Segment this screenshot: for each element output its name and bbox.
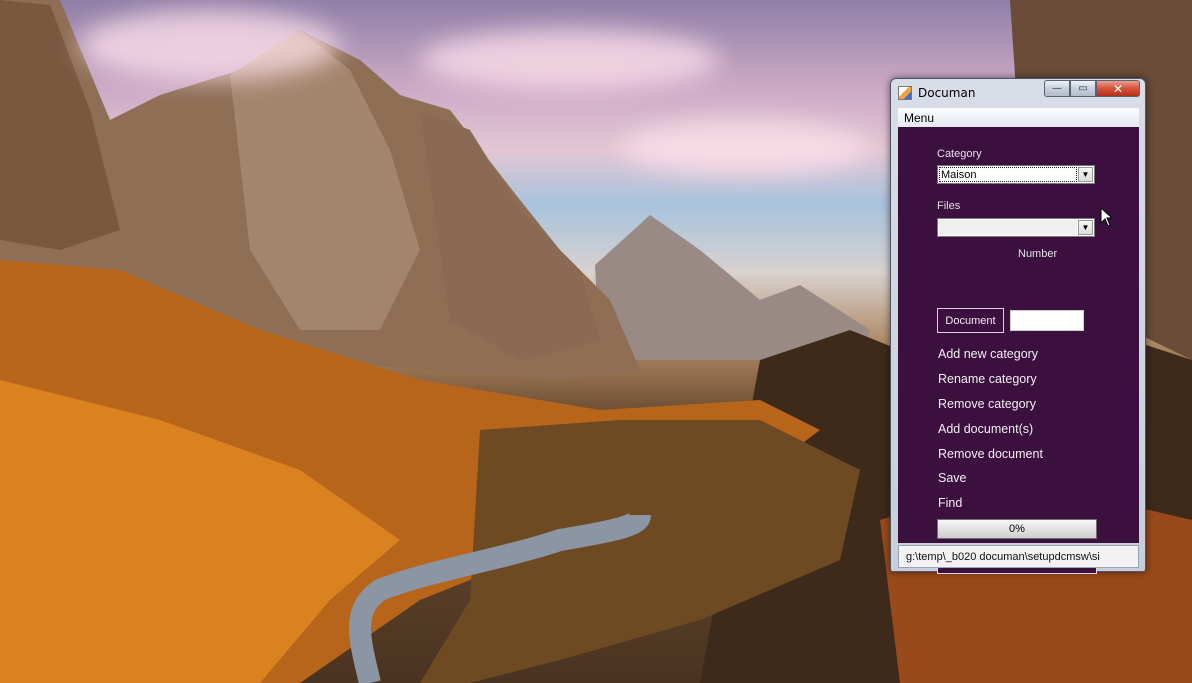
window-title: Documan [918,86,976,100]
find-link[interactable]: Find [938,496,962,510]
progress-label: 0% [1009,523,1025,535]
mouse-pointer-icon [1100,207,1114,227]
menu-bar: Menu [898,108,1139,128]
category-dropdown[interactable]: Maison ▼ [937,165,1095,184]
menu-item-menu[interactable]: Menu [904,111,934,125]
category-dropdown-value: Maison [939,167,1077,182]
status-bar: g:\temp\_b020 documan\setupdcmsw\si [898,545,1139,568]
minimize-button[interactable]: — [1044,80,1070,97]
caption-buttons: — ▭ ✕ [1044,80,1140,98]
files-label: Files [937,200,961,212]
files-dropdown[interactable]: ▼ [937,218,1095,237]
remove-document-link[interactable]: Remove document [938,447,1043,461]
documan-app-icon [898,86,912,100]
chevron-down-icon[interactable]: ▼ [1078,167,1093,182]
save-link[interactable]: Save [938,471,967,485]
document-button[interactable]: Document [937,308,1004,333]
files-dropdown-value [939,220,1077,235]
number-label: Number [1018,248,1058,260]
maximize-button[interactable]: ▭ [1070,80,1096,97]
number-input[interactable] [1010,310,1084,331]
close-button[interactable]: ✕ [1096,80,1140,97]
rename-category-link[interactable]: Rename category [938,372,1037,386]
progress-bar: 0% [937,519,1097,539]
remove-category-link[interactable]: Remove category [938,397,1036,411]
add-category-link[interactable]: Add new category [938,347,1038,361]
status-path-text: g:\temp\_b020 documan\setupdcmsw\si [906,551,1100,563]
category-label: Category [937,148,982,160]
main-panel: Category Maison ▼ Files ▼ Number Documen… [898,127,1139,574]
chevron-down-icon[interactable]: ▼ [1078,220,1093,235]
add-documents-link[interactable]: Add document(s) [938,422,1033,436]
title-bar[interactable]: Documan — ▭ ✕ [891,79,1145,106]
documan-window: Documan — ▭ ✕ Menu Category Maison ▼ Fil… [890,78,1146,574]
